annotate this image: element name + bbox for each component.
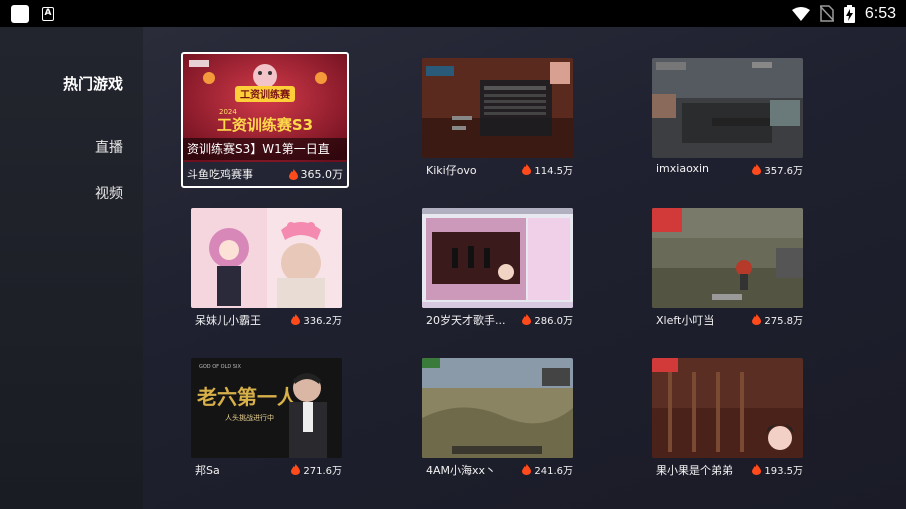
popularity-count: 271.6万	[303, 466, 342, 477]
stream-thumbnail	[652, 358, 803, 458]
stream-thumbnail	[422, 208, 573, 308]
stream-thumbnail: GOD OF OLD SIX 老六第一人 人头挑战进行中	[191, 358, 342, 458]
thumb-badge-text: 工资训练赛	[240, 88, 291, 101]
popularity: 275.8万	[752, 312, 803, 327]
popularity: 114.5万	[522, 162, 573, 177]
popularity-count: 193.5万	[764, 466, 803, 477]
flame-icon	[291, 314, 301, 325]
content-grid: 工资训练赛 2024 工资训练赛S3 资训练赛S3】W1第一日直 斗鱼吃鸡赛事 …	[143, 27, 906, 509]
popularity-count: 357.6万	[764, 166, 803, 177]
stream-card[interactable]: 呆妹儿小霸王 336.2万	[191, 208, 342, 328]
flame-icon	[752, 164, 762, 175]
stream-card[interactable]: 工资训练赛 2024 工资训练赛S3 资训练赛S3】W1第一日直 斗鱼吃鸡赛事 …	[181, 52, 349, 188]
streamer-name: 斗鱼吃鸡赛事	[187, 168, 253, 181]
popularity: 193.5万	[752, 462, 803, 477]
wifi-icon	[791, 6, 810, 21]
stream-card[interactable]: 4AM小海xx丶 241.6万	[422, 358, 573, 478]
popularity: 241.6万	[522, 462, 573, 477]
a-notification-icon: A	[42, 7, 54, 21]
stream-thumbnail	[652, 208, 803, 308]
sidebar-title: 热门游戏	[63, 75, 124, 93]
stream-thumbnail	[191, 208, 342, 308]
popularity-count: 114.5万	[534, 166, 573, 177]
thumb-sub-text: 人头挑战进行中	[225, 413, 274, 422]
popularity: 336.2万	[291, 312, 342, 327]
stream-card[interactable]: Kiki仔ovo 114.5万	[422, 58, 573, 178]
flame-icon	[752, 314, 762, 325]
popularity-count: 241.6万	[534, 466, 573, 477]
stream-thumbnail	[652, 58, 803, 158]
app-square-icon	[11, 5, 29, 23]
thumb-top-text: GOD OF OLD SIX	[199, 364, 241, 370]
thumb-year-text: 2024	[219, 108, 237, 116]
streamer-name: imxiaoxin	[656, 162, 710, 175]
streamer-name: Xleft小叮当	[656, 314, 715, 327]
sidebar: 热门游戏 直播 视频	[0, 27, 143, 509]
stream-card[interactable]: 20岁天才歌手... 286.0万	[422, 208, 573, 328]
sidebar-item-live[interactable]: 直播	[95, 137, 123, 157]
thumb-main-text: 老六第一人	[197, 385, 298, 409]
streamer-name: 20岁天才歌手...	[426, 314, 506, 327]
stream-card[interactable]: 果小果是个弟弟 193.5万	[652, 358, 803, 478]
flame-icon	[291, 464, 301, 475]
stream-thumbnail	[422, 58, 573, 158]
stream-card[interactable]: GOD OF OLD SIX 老六第一人 人头挑战进行中 邦Sa 271.6万	[191, 358, 342, 478]
popularity: 357.6万	[752, 162, 803, 177]
streamer-name: Kiki仔ovo	[426, 164, 477, 177]
flame-icon	[522, 314, 532, 325]
stream-card[interactable]: Xleft小叮当 275.8万	[652, 208, 803, 328]
battery-charging-icon	[843, 4, 855, 23]
clock: 6:53	[864, 4, 896, 22]
thumb-main-text: 工资训练赛S3	[217, 116, 313, 134]
stream-card[interactable]: imxiaoxin 357.6万	[652, 58, 803, 178]
streamer-name: 果小果是个弟弟	[656, 464, 733, 477]
no-sim-icon	[819, 5, 834, 22]
streamer-name: 4AM小海xx丶	[426, 464, 497, 477]
popularity: 286.0万	[522, 312, 573, 327]
stream-thumbnail	[422, 358, 573, 458]
sidebar-item-video[interactable]: 视频	[95, 183, 123, 203]
flame-icon	[522, 464, 532, 475]
popularity-count: 336.2万	[303, 316, 342, 327]
popularity-count: 286.0万	[534, 316, 573, 327]
flame-icon	[522, 164, 532, 175]
stream-title-caption: 资训练赛S3】W1第一日直	[183, 138, 347, 160]
popularity: 365.0万	[288, 166, 344, 182]
flame-icon	[752, 464, 762, 475]
streamer-name: 邦Sa	[195, 464, 220, 477]
popularity: 271.6万	[291, 462, 342, 477]
popularity-count: 275.8万	[764, 316, 803, 327]
flame-icon	[288, 168, 298, 180]
popularity-count: 365.0万	[300, 168, 344, 181]
streamer-name: 呆妹儿小霸王	[195, 314, 261, 327]
status-bar: A 6:53	[0, 0, 906, 27]
